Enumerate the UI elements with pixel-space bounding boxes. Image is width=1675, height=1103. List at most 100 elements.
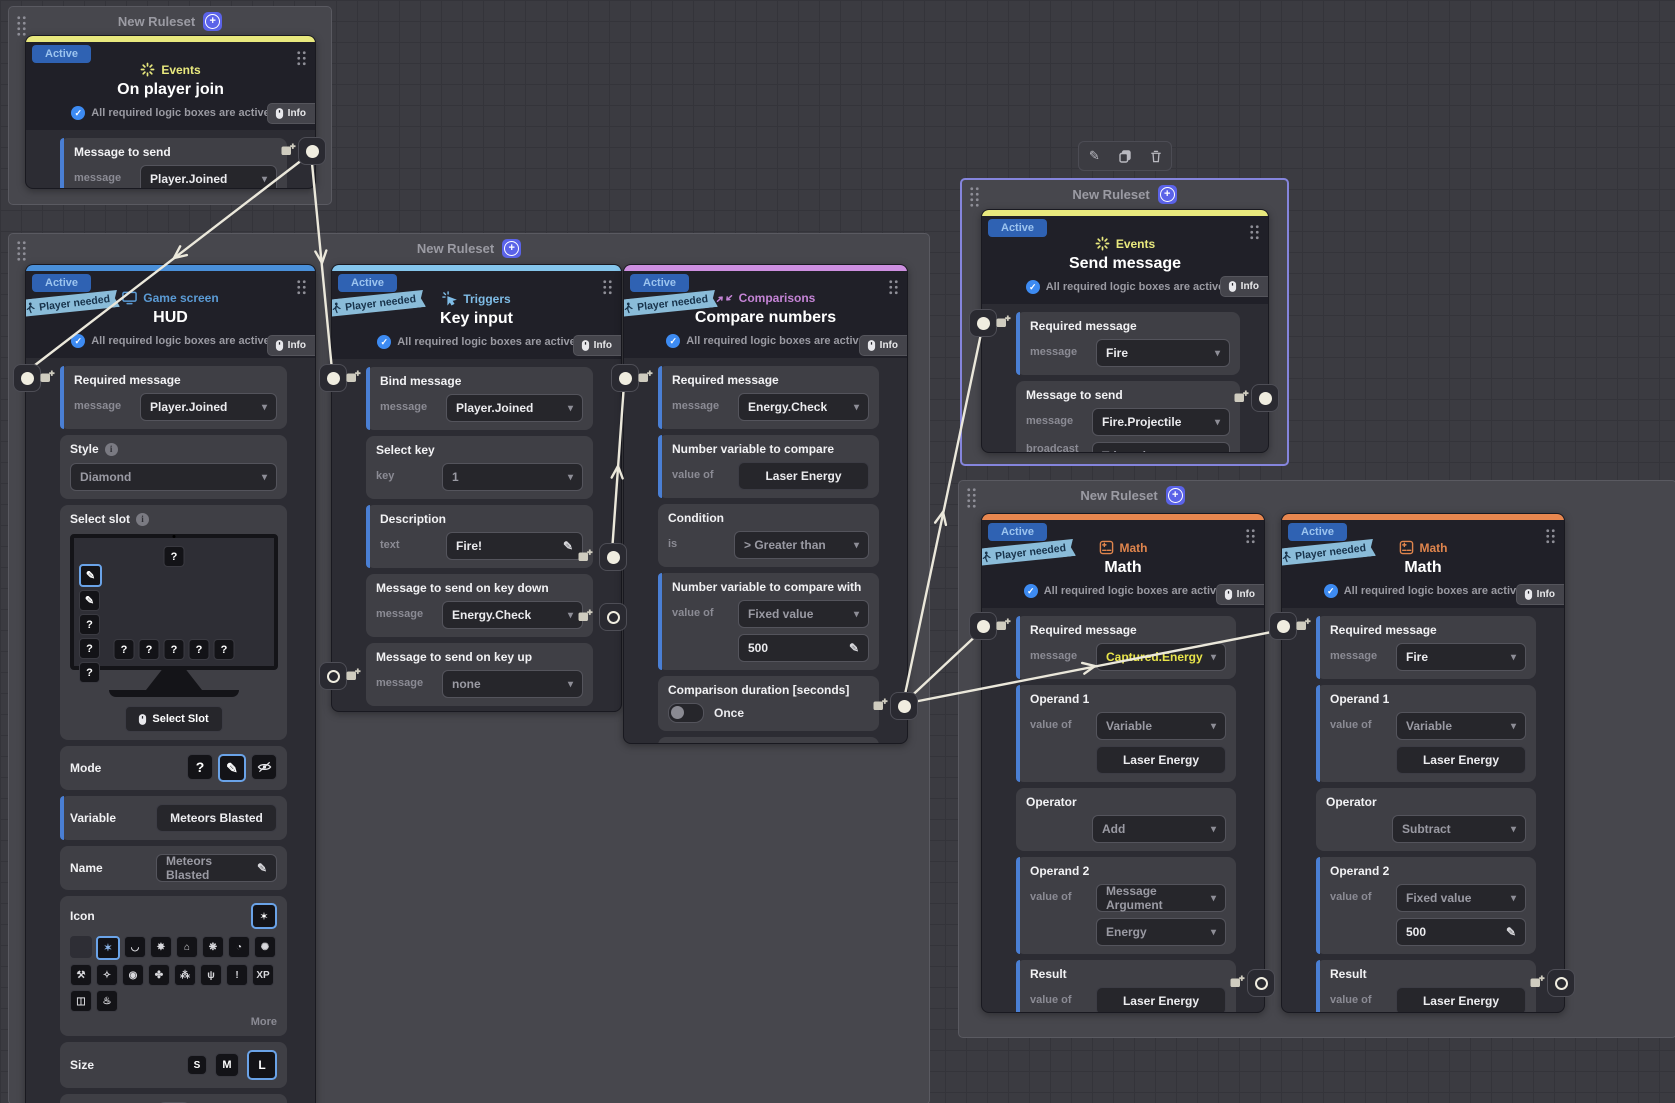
size-medium-button[interactable]: M (215, 1053, 239, 1077)
info-tab[interactable]: Info (573, 335, 621, 356)
message-dropdown[interactable]: Fire.Projectile ▾ (1092, 408, 1230, 436)
drag-handle-icon[interactable] (296, 279, 307, 295)
icon-option[interactable]: ⚒ (70, 964, 92, 986)
message-dropdown[interactable]: Fire ▾ (1096, 339, 1230, 367)
add-rule-button[interactable]: + (203, 12, 222, 31)
icon-option[interactable]: ◡ (124, 936, 146, 958)
card-key-input[interactable]: Active Player needed Triggers Key input … (331, 264, 622, 712)
size-small-button[interactable]: S (187, 1055, 207, 1075)
output-socket-empty[interactable] (1547, 969, 1575, 997)
output-socket-connected[interactable] (599, 543, 627, 571)
info-circle-icon[interactable]: i (136, 513, 149, 526)
variable-button[interactable]: Laser Energy (1396, 987, 1526, 1013)
key-dropdown[interactable]: 1 ▾ (442, 463, 583, 491)
card-hud[interactable]: Active Player needed Game screen HUD ✓ A… (25, 264, 316, 1103)
value-source-dropdown[interactable]: Variable ▾ (1096, 712, 1226, 740)
icon-option[interactable]: ◫ (70, 990, 92, 1012)
icon-option-selected[interactable]: ✶ (96, 936, 120, 960)
slot-button[interactable]: ? (189, 639, 210, 660)
icon-option[interactable]: ⁂ (174, 964, 196, 986)
info-circle-icon[interactable]: i (105, 443, 118, 456)
slot-button[interactable]: ? (79, 662, 100, 683)
edit-icon[interactable]: ✎ (1081, 144, 1107, 168)
value-source-dropdown[interactable]: Fixed value ▾ (1396, 884, 1526, 912)
input-socket-connected[interactable] (1269, 612, 1297, 640)
mode-edit-button-selected[interactable]: ✎ (218, 754, 246, 782)
info-tab[interactable]: Info (267, 103, 315, 124)
drag-handle-icon[interactable] (1245, 528, 1256, 544)
size-large-button-selected[interactable]: L (247, 1050, 277, 1080)
card-math-1[interactable]: Active Player needed Math Math ✓ All req… (981, 513, 1265, 1013)
icon-option[interactable]: ⌂ (176, 936, 198, 958)
slot-button-edit-selected[interactable]: ✎ (79, 564, 102, 587)
add-rule-button[interactable]: + (502, 239, 521, 258)
slot-button[interactable]: ? (114, 639, 135, 660)
argument-dropdown[interactable]: Energy ▾ (1096, 918, 1226, 946)
variable-button[interactable]: Meteors Blasted (156, 804, 277, 832)
slot-button[interactable]: ? (214, 639, 235, 660)
card-math-2[interactable]: Active Player needed Math Math ✓ All req… (1281, 513, 1565, 1013)
info-tab[interactable]: Info (1216, 584, 1264, 605)
input-socket-empty[interactable] (319, 662, 347, 690)
card-on-player-join[interactable]: Active Events On player join ✓ All requi… (25, 35, 316, 189)
variable-button[interactable]: Laser Energy (738, 462, 869, 490)
condition-dropdown[interactable]: > Greater than ▾ (734, 531, 869, 559)
select-slot-button[interactable]: Select Slot (125, 706, 223, 732)
drag-handle-icon[interactable] (296, 50, 307, 66)
slot-button[interactable]: ? (79, 614, 100, 635)
slot-button[interactable]: ? (79, 638, 100, 659)
output-socket-empty[interactable] (1247, 969, 1275, 997)
output-socket-connected[interactable] (298, 137, 326, 165)
style-dropdown[interactable]: Diamond ▾ (70, 463, 277, 491)
operator-dropdown[interactable]: Add ▾ (1092, 815, 1226, 843)
variable-button[interactable]: Laser Energy (1096, 987, 1226, 1013)
message-dropdown-highlighted[interactable]: Captured.Energy ▾ (1096, 643, 1226, 671)
message-dropdown[interactable]: Player.Joined ▾ (140, 165, 277, 189)
mode-hidden-button[interactable] (251, 754, 277, 780)
icon-option[interactable]: ✺ (254, 936, 276, 958)
slot-button[interactable]: ? (164, 639, 185, 660)
output-socket-empty[interactable] (599, 603, 627, 631)
drag-handle-icon[interactable] (1249, 224, 1260, 240)
icon-option[interactable]: ❋ (202, 936, 224, 958)
add-rule-button[interactable]: + (1158, 185, 1177, 204)
message-dropdown[interactable]: Energy.Check ▾ (442, 601, 583, 629)
delete-icon[interactable] (1143, 144, 1169, 168)
icon-option[interactable]: ♨ (96, 990, 118, 1012)
card-compare-numbers[interactable]: Active Player needed Comparisons Compare… (623, 264, 908, 744)
output-socket-connected[interactable] (890, 692, 918, 720)
text-field[interactable]: Fire! ✎ (446, 532, 583, 560)
message-dropdown[interactable]: Energy.Check ▾ (738, 393, 869, 421)
duplicate-icon[interactable] (1112, 144, 1138, 168)
drag-handle-icon[interactable] (602, 279, 613, 295)
drag-handle-icon[interactable] (1545, 528, 1556, 544)
message-dropdown[interactable]: Fire ▾ (1396, 643, 1526, 671)
value-source-dropdown[interactable]: Variable ▾ (1396, 712, 1526, 740)
info-tab[interactable]: Info (267, 335, 315, 356)
slot-button-top[interactable]: ? (164, 546, 185, 567)
drag-handle-icon[interactable] (888, 279, 899, 295)
input-socket-connected[interactable] (13, 364, 41, 392)
message-dropdown[interactable]: Player.Joined ▾ (140, 393, 277, 421)
add-rule-button[interactable]: + (1166, 486, 1185, 505)
icon-option[interactable]: ✤ (148, 964, 170, 986)
node-editor-canvas[interactable]: New Ruleset + Active Events On player jo… (0, 0, 1675, 1103)
info-tab[interactable]: Info (859, 335, 907, 356)
more-icons-link[interactable]: More (70, 1016, 277, 1028)
variable-button[interactable]: Laser Energy (1096, 746, 1226, 774)
input-socket-connected[interactable] (969, 309, 997, 337)
icon-option[interactable]: ! (226, 964, 248, 986)
variable-button[interactable]: Laser Energy (1396, 746, 1526, 774)
message-dropdown[interactable]: Player.Joined ▾ (446, 394, 583, 422)
info-tab[interactable]: Info (1220, 276, 1268, 297)
icon-option-blank[interactable] (70, 936, 92, 958)
output-socket-connected[interactable] (1251, 384, 1279, 412)
duration-toggle-off[interactable] (668, 703, 704, 723)
icon-option[interactable]: ◉ (122, 964, 144, 986)
operator-dropdown[interactable]: Subtract ▾ (1392, 815, 1526, 843)
info-tab[interactable]: Info (1516, 584, 1564, 605)
slot-button[interactable]: ? (139, 639, 160, 660)
mode-question-button[interactable]: ? (187, 754, 213, 780)
selected-icon-preview[interactable]: ✶ (251, 903, 277, 929)
icon-option[interactable]: ✸ (150, 936, 172, 958)
